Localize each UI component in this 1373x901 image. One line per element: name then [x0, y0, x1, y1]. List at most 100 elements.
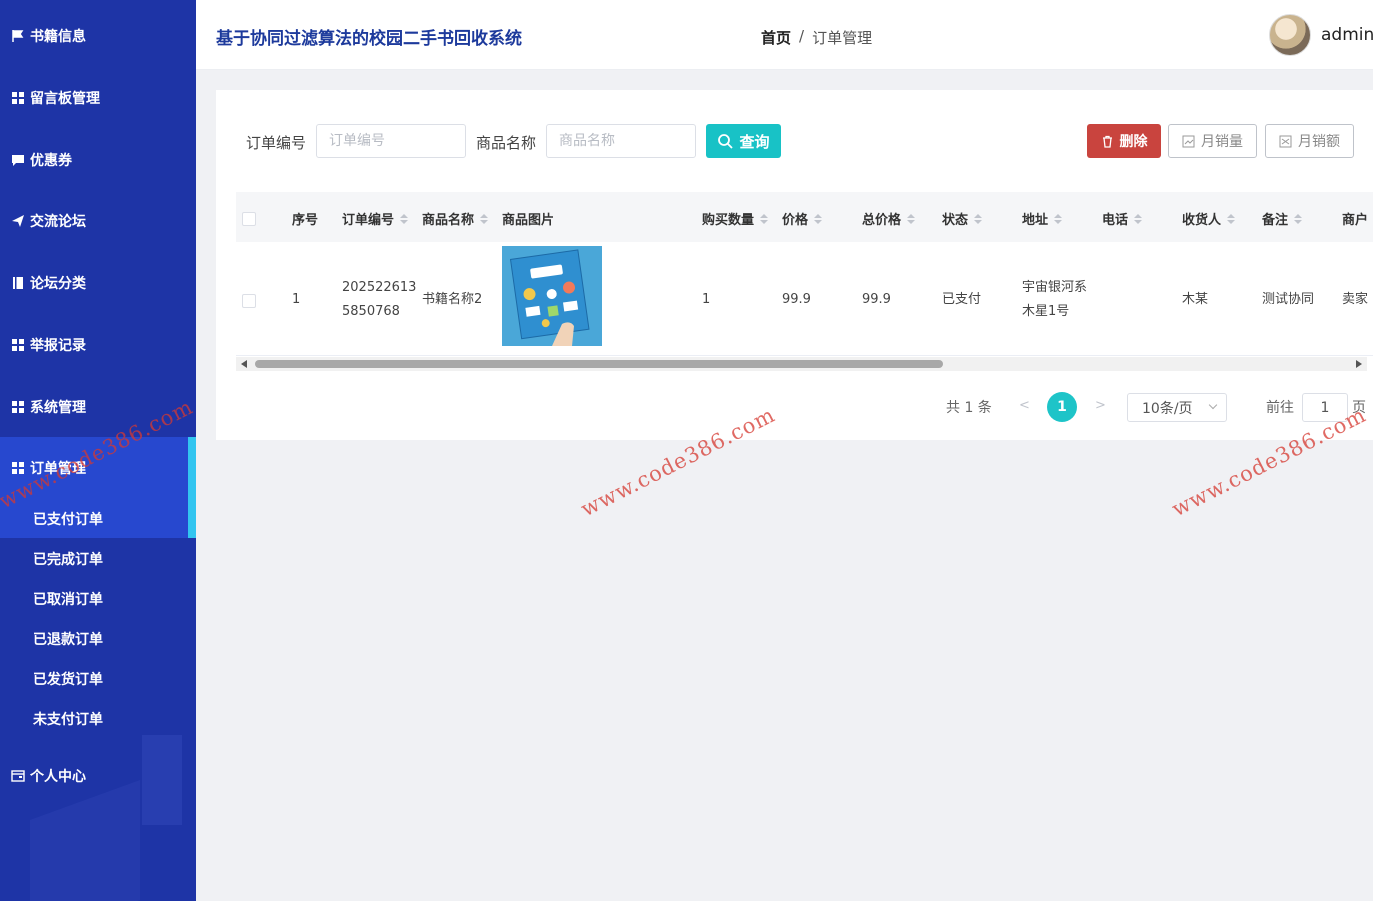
sidebar-item-label: 个人中心: [30, 769, 86, 785]
sidebar-subitem-label: 已发货订单: [33, 672, 103, 688]
sidebar-subitem-shipped[interactable]: 已发货订单: [0, 659, 188, 699]
column-header-status[interactable]: 状态: [942, 209, 983, 228]
search-icon: [718, 134, 734, 149]
sidebar-subitem-label: 已退款订单: [33, 632, 103, 648]
sort-icon[interactable]: [814, 213, 823, 224]
sort-icon[interactable]: [760, 213, 769, 224]
sidebar-subitem-label: 已取消订单: [33, 592, 103, 608]
sidebar-subitem-label: 已完成订单: [33, 552, 103, 568]
column-header-receiver[interactable]: 收货人: [1182, 209, 1236, 228]
chevron-down-icon: [1208, 400, 1218, 410]
monthly-sales-amount-label: 月销额: [1298, 134, 1340, 150]
cell-merchant: 卖家: [1342, 292, 1369, 307]
sidebar-item-label: 优惠券: [30, 153, 72, 169]
column-header-product[interactable]: 商品名称: [422, 209, 489, 228]
column-header-quantity[interactable]: 购买数量: [702, 209, 769, 228]
book-icon: [10, 275, 26, 291]
monthly-sales-qty-label: 月销量: [1201, 134, 1243, 150]
sort-icon[interactable]: [1294, 213, 1303, 224]
sort-icon[interactable]: [480, 213, 489, 224]
breadcrumb-separator: /: [799, 27, 805, 45]
sidebar-item-forum[interactable]: 交流论坛: [0, 201, 196, 241]
sidebar-item-forum-category[interactable]: 论坛分类: [0, 263, 196, 303]
breadcrumb-home[interactable]: 首页: [761, 27, 791, 48]
grid-icon: [10, 460, 26, 476]
sort-icon[interactable]: [1054, 213, 1063, 224]
select-all-checkbox[interactable]: [242, 212, 256, 226]
monthly-sales-qty-button[interactable]: 月销量: [1168, 124, 1257, 158]
delete-button-label: 删除: [1119, 134, 1148, 150]
row-checkbox[interactable]: [242, 294, 256, 308]
column-header-remark[interactable]: 备注: [1262, 209, 1303, 228]
breadcrumb: 首页 / 订单管理: [761, 27, 872, 48]
username[interactable]: admin: [1321, 25, 1373, 45]
sidebar-item-profile[interactable]: 个人中心: [0, 756, 196, 796]
chart-icon: [1182, 135, 1195, 147]
sidebar-decoration: [30, 779, 140, 901]
breadcrumb-current: 订单管理: [812, 29, 873, 47]
sort-icon[interactable]: [974, 213, 983, 224]
sidebar-item-label: 书籍信息: [30, 29, 86, 45]
trash-icon: [1102, 135, 1112, 148]
sidebar-item-messages[interactable]: 留言板管理: [0, 78, 196, 118]
avatar[interactable]: [1269, 14, 1311, 56]
top-header: 基于协同过滤算法的校园二手书回收系统 首页 / 订单管理 admin: [196, 0, 1373, 70]
scroll-left-icon[interactable]: [241, 360, 247, 368]
sidebar-item-orders[interactable]: 订单管理: [0, 437, 188, 498]
product-name-input[interactable]: [546, 124, 696, 158]
cell-product: 书籍名称2: [422, 292, 483, 307]
column-header-price[interactable]: 价格: [782, 209, 823, 228]
grid-icon: [10, 399, 26, 415]
product-image[interactable]: [502, 246, 602, 346]
cell-remark: 测试协同: [1262, 292, 1315, 307]
cell-status: 已支付: [942, 292, 982, 307]
row-divider: [236, 355, 1373, 356]
goto-page-input[interactable]: [1302, 393, 1348, 422]
sidebar-item-coupons[interactable]: 优惠券: [0, 140, 196, 180]
sidebar-subitem-completed[interactable]: 已完成订单: [0, 539, 188, 579]
sidebar-item-books[interactable]: 书籍信息: [0, 16, 196, 56]
order-no-label: 订单编号: [246, 134, 307, 152]
horizontal-scrollbar[interactable]: [236, 357, 1367, 371]
sort-icon[interactable]: [1227, 213, 1236, 224]
chat-icon: [10, 152, 26, 168]
order-no-input[interactable]: [316, 124, 466, 158]
column-header-image: 商品图片: [502, 213, 555, 228]
sidebar-item-system[interactable]: 系统管理: [0, 387, 196, 427]
scroll-right-icon[interactable]: [1356, 360, 1362, 368]
pagination-next[interactable]: >: [1095, 398, 1106, 413]
sidebar-item-label: 交流论坛: [30, 214, 86, 230]
pagination-total: 共 1 条: [946, 400, 992, 416]
sidebar-item-label: 留言板管理: [30, 91, 100, 107]
monthly-sales-amount-button[interactable]: 月销额: [1265, 124, 1354, 158]
grid-icon: [10, 337, 26, 353]
sidebar-subitem-refunded[interactable]: 已退款订单: [0, 619, 188, 659]
chart-icon: [1279, 135, 1292, 147]
sidebar-subitem-unpaid[interactable]: 未支付订单: [0, 699, 188, 739]
sort-icon[interactable]: [907, 213, 916, 224]
pagination-current-page[interactable]: 1: [1047, 392, 1077, 422]
delete-button[interactable]: 删除: [1087, 124, 1161, 158]
send-icon: [10, 213, 26, 229]
column-header-phone[interactable]: 电话: [1102, 209, 1143, 228]
sidebar-subitem-cancelled[interactable]: 已取消订单: [0, 579, 188, 619]
product-name-label: 商品名称: [476, 134, 537, 152]
query-button-label: 查询: [739, 132, 770, 151]
grid-icon: [10, 90, 26, 106]
sort-icon[interactable]: [1134, 213, 1143, 224]
column-header-merchant: 商户: [1342, 213, 1369, 228]
sort-icon[interactable]: [400, 213, 409, 224]
scrollbar-thumb[interactable]: [255, 360, 943, 368]
column-header-address[interactable]: 地址: [1022, 209, 1063, 228]
sidebar-item-reports[interactable]: 举报记录: [0, 325, 196, 365]
cell-order-no: 202522613 5850768: [342, 280, 417, 319]
column-header-index: 序号: [292, 213, 319, 228]
app-title: 基于协同过滤算法的校园二手书回收系统: [216, 29, 522, 49]
query-button[interactable]: 查询: [706, 124, 781, 158]
column-header-order-no[interactable]: 订单编号: [342, 209, 409, 228]
cell-address: 宇宙银河系 木星1号: [1022, 280, 1088, 319]
pagination-prev[interactable]: <: [1019, 398, 1030, 413]
column-header-total[interactable]: 总价格: [862, 209, 916, 228]
sidebar-subitem-paid[interactable]: 已支付订单: [0, 499, 188, 539]
page-size-select[interactable]: 10条/页: [1127, 393, 1227, 422]
